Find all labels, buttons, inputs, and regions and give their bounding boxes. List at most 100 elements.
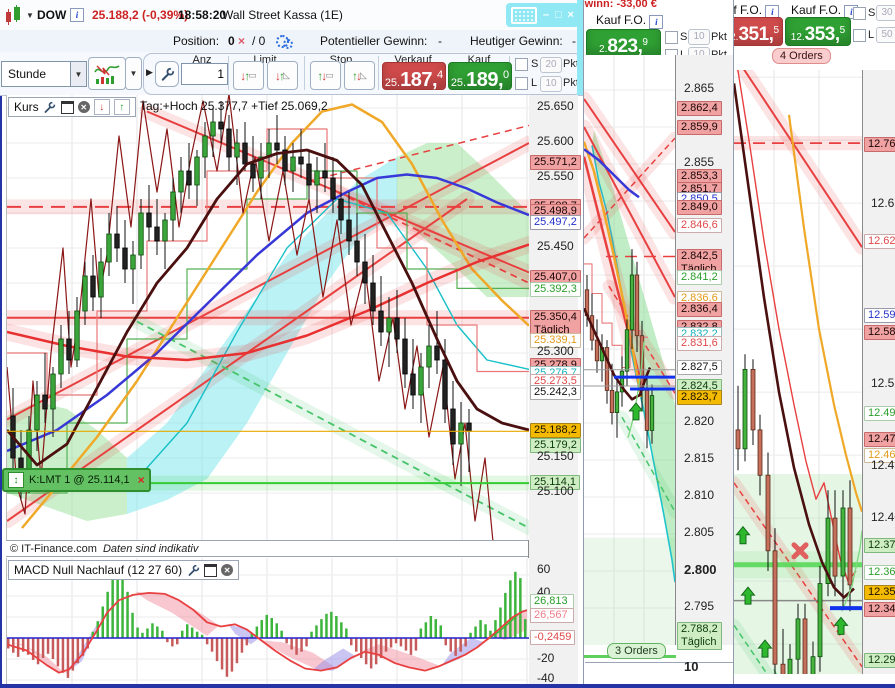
stop-points-unit: Pkt [711,31,727,43]
chart-type-dropdown[interactable]: ▼ [125,57,142,90]
sell-marker-icon[interactable]: ↓ [94,99,110,115]
position-bar: Position: 0 × / 0 Potentieller Gewinn: -… [0,30,583,53]
drag-order-icon[interactable]: ↕ [8,472,24,488]
dax-future-chart-canvas[interactable] [734,70,862,674]
buy-price-decimal: 0 [503,69,509,81]
symbol-dropdown-icon[interactable]: ▼ [26,11,34,20]
orders-badge[interactable]: 3 Orders [607,643,666,659]
minimize-button[interactable]: – [543,9,549,21]
limit-checkbox-label: L [868,29,874,41]
limit-sell-button[interactable]: ↓↑◺ [267,61,298,90]
limit-checkbox[interactable] [515,77,528,90]
stop-checkbox-label: S [868,7,875,19]
stop-points-value[interactable]: 10 [688,29,710,45]
close-button[interactable]: × [568,9,574,21]
wrench-icon[interactable] [43,101,57,114]
app-logo-icon [5,5,23,25]
limit-points-value[interactable]: 50 [876,27,895,43]
macd-title: MACD Null Nachlauf (12 27 60) [14,563,182,577]
stop-checkbox-label: S [531,58,538,70]
market-name: Wall Street Kassa (1E) [222,8,343,22]
order-tag-text: K:LMT 1 @ 25.114,1 [29,474,130,486]
stop-checkbox[interactable] [665,31,678,44]
buy-fo-button[interactable]: 12.353,5 [785,17,851,46]
symbol-name[interactable]: DOW [37,8,66,22]
buy-fo-button[interactable]: 2.823,9 [586,29,661,58]
dax-chart-canvas[interactable] [584,55,675,645]
main-axis-background [528,95,578,684]
daily-gain-value: - [572,34,576,48]
limit-points-value[interactable]: 10 [540,76,562,92]
buy-button[interactable]: 25.189,0 [448,62,512,90]
settings-gear2-icon[interactable] [283,39,293,49]
limit-checkbox-label: L [531,77,537,89]
working-order-tag[interactable]: ↕ K:LMT 1 @ 25.114,1 × [2,468,151,492]
buy-marker-icon[interactable]: ↑ [114,99,130,115]
limit-buy-button[interactable]: ↓↑▭ [233,61,264,90]
position-slash: / 0 [252,34,265,48]
main-chart-title: Kurs [14,100,39,114]
quote-time: 18:58:20 [178,8,226,22]
detach-window-icon[interactable] [61,101,74,114]
close-icon[interactable]: ✕ [78,101,90,113]
daily-gain-label: Heutiger Gewinn: [470,34,563,48]
sell-price-prefix: 25. [385,77,400,89]
chart-type-button[interactable] [88,57,126,90]
sell-button[interactable]: 25.187,4 [382,62,446,90]
p2-axis-background [675,55,733,645]
p2-svg [584,55,675,645]
gewinn-readout: Gewinn: -33,00 € [583,0,657,10]
timeframe-select[interactable]: Stunde ▼ [1,61,87,87]
indicative-note: Daten sind indikativ [103,543,198,555]
wrench-icon[interactable] [186,564,200,577]
stop-buy-button[interactable]: ↑↓▭ [310,61,341,90]
main-chart-header: Kurs ✕ ↓ ↑ [8,97,136,117]
clear-position-icon[interactable]: × [238,34,245,48]
potential-gain-value: - [438,34,442,48]
sell-price-decimal: 4 [437,69,443,81]
bottom-frame [0,684,895,688]
copyright-text: © IT-Finance.com [10,543,97,555]
position-value: 0 [228,34,235,48]
orders-badge[interactable]: 4 Orders [772,48,831,64]
timeframe-value: Stunde [8,67,46,81]
info-icon[interactable]: i [70,8,84,22]
p3-svg [734,70,862,674]
stop-points-value[interactable]: 30 [876,5,895,21]
stop-checkbox-label: S [680,31,687,43]
buy-price-main: 189, [466,69,503,91]
expand-icon[interactable]: ▶ [146,67,153,78]
wrench-icon [160,67,175,82]
chart-type-icon [93,62,121,86]
stop-checkbox[interactable] [853,7,866,20]
limit-checkbox[interactable] [853,29,866,42]
daily-high-low-overlay: Tag:+Hoch 25.377,7 +Tief 25.069,2 [140,99,328,113]
last-price: 25.188,2 (-0,39%) [92,8,188,22]
window-controls: – □ × [506,3,579,27]
stop-checkbox[interactable] [515,58,528,71]
chart-type-dropdown-icon: ▼ [130,69,138,78]
kauf-fo-label: Kauf F.O. i [596,13,663,29]
maximize-button[interactable]: □ [555,9,562,21]
detach-window-icon[interactable] [204,564,217,577]
buy-arrow-marker [630,403,643,420]
potential-gain-label: Potentieller Gewinn: [320,34,427,48]
lower-pane [585,662,733,685]
timeframe-dropdown-icon: ▼ [75,70,83,79]
main-titlebar: ▼ DOW i 25.188,2 (-0,39%) 18:58:20 Wall … [0,0,583,31]
sell-fo-button[interactable]: 12.351,5 [733,17,783,46]
position-label: Position: [173,34,219,48]
quantity-input[interactable] [181,63,228,85]
macd-header: MACD Null Nachlauf (12 27 60) ✕ [8,560,239,580]
trading-app: ▼ DOW i 25.188,2 (-0,39%) 18:58:20 Wall … [0,0,895,688]
keyboard-icon[interactable] [511,7,537,24]
stop-points-value[interactable]: 20 [540,57,562,73]
stop-sell-button[interactable]: ↑↓◺ [344,61,375,90]
wrench-button[interactable] [155,61,179,87]
close-icon[interactable]: ✕ [221,564,233,576]
info-icon[interactable]: i [649,15,663,29]
sell-price-main: 187, [400,69,437,91]
copyright-bar: © IT-Finance.com Daten sind indikativ [6,540,528,557]
cancel-order-icon[interactable]: × [135,473,145,487]
order-toolbar: Stunde ▼ ▼ ▶ Anz Limit ↓↑▭ [0,52,583,96]
